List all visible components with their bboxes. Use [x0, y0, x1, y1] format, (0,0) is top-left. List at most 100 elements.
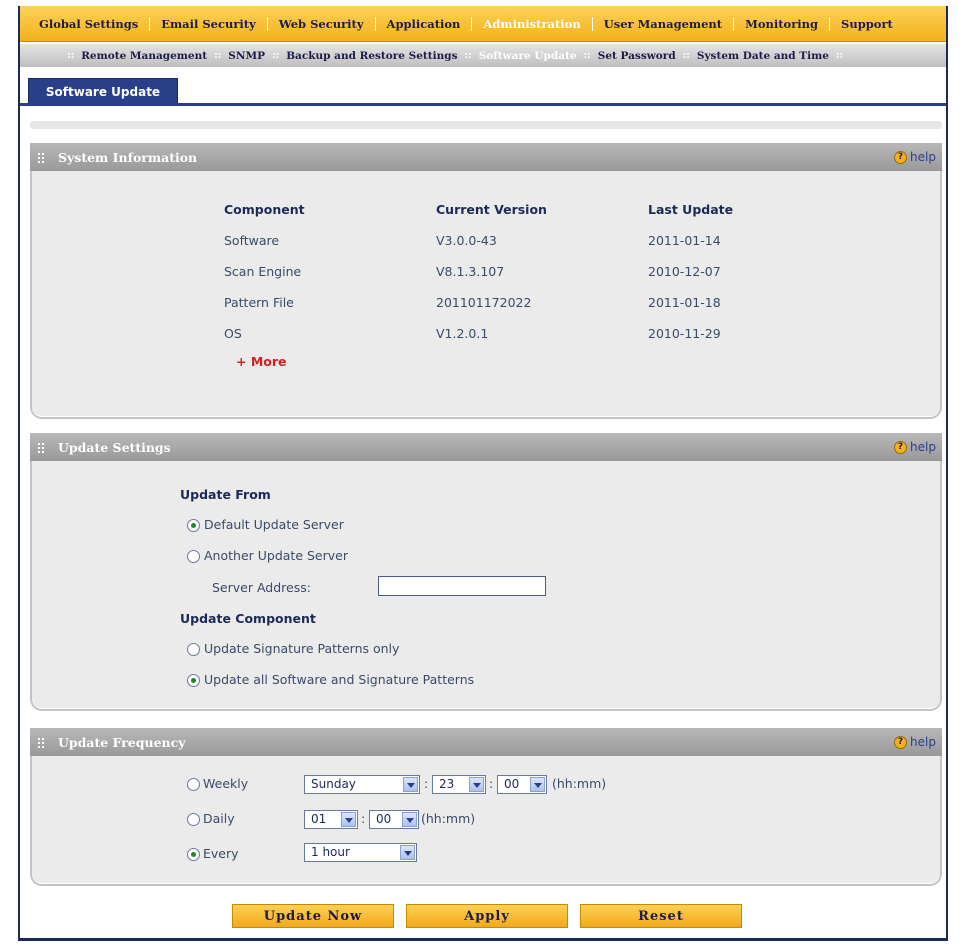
sub-nav-separator: :: [214, 50, 222, 61]
chevron-down-icon [402, 812, 417, 827]
nav-support[interactable]: Support [830, 17, 904, 31]
nav-administration[interactable]: Administration [472, 16, 593, 31]
time-colon: : [361, 811, 366, 826]
row-last-update: 2010-11-29 [648, 326, 721, 341]
nav-global-settings[interactable]: Global Settings [28, 16, 151, 31]
section-header: Update Frequency ? help [30, 728, 942, 756]
row-component: Scan Engine [224, 264, 302, 279]
update-from-label: Update From [180, 487, 271, 502]
grip-icon [38, 152, 48, 163]
row-version: V1.2.0.1 [436, 326, 489, 341]
weekly-minute-select[interactable]: 00 [497, 775, 547, 794]
sub-nav-separator: :: [682, 50, 690, 61]
help-icon: ? [894, 735, 908, 749]
header-last-update: Last Update [648, 202, 734, 217]
default-server-radio[interactable] [187, 519, 200, 532]
subnav-remote-management[interactable]: Remote Management [81, 50, 207, 62]
default-server-label: Default Update Server [204, 517, 344, 532]
grip-icon [38, 737, 48, 748]
section-body: Update From Default Update Server Anothe… [30, 461, 942, 711]
every-radio[interactable] [187, 848, 200, 861]
grip-icon [38, 442, 48, 453]
signature-only-label: Update Signature Patterns only [204, 641, 400, 656]
update-settings-section: Update Settings ? help Update From Defau… [30, 433, 942, 711]
section-body: Weekly Sunday : 23 : 00 (hh:mm) Daily 01 [30, 756, 942, 886]
row-last-update: 2010-12-07 [648, 264, 721, 279]
another-server-label: Another Update Server [204, 548, 348, 563]
chevron-down-icon [400, 845, 415, 860]
weekly-time-hint: (hh:mm) [552, 776, 607, 791]
row-component: Pattern File [224, 295, 294, 310]
daily-minute-value: 00 [376, 812, 392, 826]
nav-email-security[interactable]: Email Security [150, 16, 268, 31]
daily-hour-value: 01 [311, 812, 327, 826]
chevron-down-icon [469, 777, 484, 792]
row-last-update: 2011-01-14 [648, 233, 721, 248]
top-nav: Global Settings Email Security Web Secur… [20, 6, 946, 42]
chevron-down-icon [403, 777, 418, 792]
weekly-label: Weekly [203, 776, 249, 791]
every-label: Every [203, 846, 239, 861]
time-colon: : [424, 776, 429, 791]
daily-hour-select[interactable]: 01 [304, 810, 358, 829]
weekly-day-value: Sunday [311, 777, 356, 791]
tab-software-update[interactable]: Software Update [28, 78, 178, 104]
subnav-snmp[interactable]: SNMP [228, 50, 265, 62]
subnav-set-password[interactable]: Set Password [598, 50, 676, 62]
section-title: Update Settings [58, 439, 171, 455]
reset-button[interactable]: Reset [580, 904, 742, 928]
row-last-update: 2011-01-18 [648, 295, 721, 310]
daily-time-hint: (hh:mm) [421, 811, 476, 826]
subnav-system-date-time[interactable]: System Date and Time [697, 50, 829, 62]
daily-minute-select[interactable]: 00 [369, 810, 419, 829]
subnav-software-update[interactable]: Software Update [479, 50, 577, 62]
subnav-backup-restore[interactable]: Backup and Restore Settings [286, 50, 457, 62]
daily-label: Daily [203, 811, 235, 826]
help-link[interactable]: ? help [894, 440, 936, 454]
row-version: V3.0.0-43 [436, 233, 497, 248]
apply-button[interactable]: Apply [406, 904, 568, 928]
sub-nav-separator: :: [583, 50, 591, 61]
all-software-radio[interactable] [187, 674, 200, 687]
update-frequency-section: Update Frequency ? help Weekly Sunday : … [30, 728, 942, 886]
header-current-version: Current Version [436, 202, 547, 217]
every-interval-value: 1 hour [311, 845, 350, 859]
sub-nav: :: Remote Management :: SNMP :: Backup a… [20, 44, 946, 67]
row-component: Software [224, 233, 280, 248]
nav-web-security[interactable]: Web Security [268, 16, 376, 31]
weekly-hour-select[interactable]: 23 [432, 775, 486, 794]
update-component-label: Update Component [180, 611, 316, 626]
nav-application[interactable]: Application [376, 16, 473, 31]
header-component: Component [224, 202, 305, 217]
sub-nav-separator: :: [271, 50, 280, 61]
every-interval-select[interactable]: 1 hour [304, 843, 417, 862]
help-link[interactable]: ? help [894, 150, 936, 164]
row-version: V8.1.3.107 [436, 264, 505, 279]
section-title: Update Frequency [58, 734, 186, 750]
daily-radio[interactable] [187, 813, 200, 826]
weekly-radio[interactable] [187, 778, 200, 791]
nav-user-management[interactable]: User Management [593, 16, 735, 31]
signature-only-radio[interactable] [187, 643, 200, 656]
more-link[interactable]: + More [236, 354, 287, 369]
section-header: Update Settings ? help [30, 433, 942, 461]
another-server-radio[interactable] [187, 550, 200, 563]
nav-monitoring[interactable]: Monitoring [734, 16, 831, 31]
chevron-down-icon [341, 812, 356, 827]
sub-nav-separator: :: [67, 50, 75, 61]
section-header: System Information ? help [30, 143, 942, 171]
sub-nav-separator: :: [835, 50, 844, 61]
all-software-label: Update all Software and Signature Patter… [204, 672, 475, 687]
sub-nav-separator: :: [464, 50, 472, 61]
help-icon: ? [894, 150, 908, 164]
server-address-input[interactable] [378, 576, 546, 596]
help-icon: ? [894, 440, 908, 454]
weekly-day-select[interactable]: Sunday [304, 775, 420, 794]
update-now-button[interactable]: Update Now [232, 904, 394, 928]
section-body: Component Current Version Last Update So… [30, 171, 942, 419]
section-title: System Information [58, 149, 198, 165]
server-address-label: Server Address: [212, 580, 311, 595]
help-link[interactable]: ? help [894, 735, 936, 749]
help-label: help [910, 150, 936, 164]
time-colon: : [489, 776, 494, 791]
